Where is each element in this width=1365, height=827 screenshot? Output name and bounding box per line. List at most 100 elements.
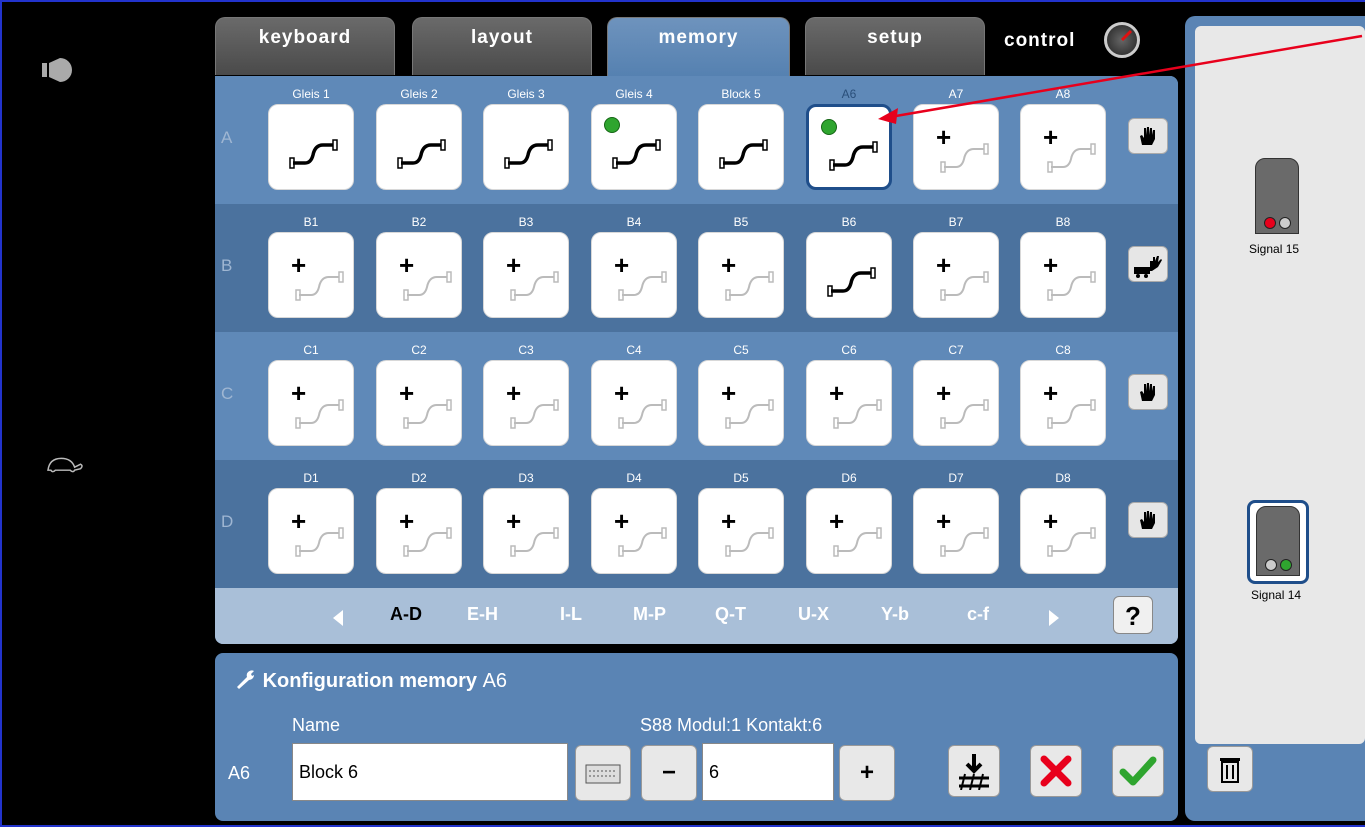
memory-cell-button[interactable] xyxy=(268,104,354,190)
memory-cell-button[interactable]: + xyxy=(698,488,784,574)
keyboard-button[interactable] xyxy=(575,745,631,801)
memory-cell-label: D8 xyxy=(1055,471,1071,485)
speaker-icon[interactable] xyxy=(40,55,80,85)
tab-layout[interactable]: layout xyxy=(412,17,592,75)
memory-cell-button[interactable] xyxy=(483,104,569,190)
memory-cell-label: C3 xyxy=(518,343,534,357)
memory-cell-button[interactable]: + xyxy=(483,488,569,574)
track-icon xyxy=(940,527,989,557)
keyboard-icon xyxy=(585,764,621,784)
turtle-icon[interactable] xyxy=(45,450,85,480)
cancel-button[interactable] xyxy=(1030,745,1082,797)
memory-cell-button[interactable]: + xyxy=(591,360,677,446)
tab-keyboard[interactable]: keyboard xyxy=(215,17,395,75)
memory-cell: Gleis 2 xyxy=(375,86,463,190)
memory-cell-button[interactable]: + xyxy=(268,232,354,318)
memory-cell: D4 + xyxy=(590,470,678,574)
memory-cell-button[interactable]: + xyxy=(1020,360,1106,446)
row-hand-button[interactable] xyxy=(1128,502,1168,538)
memory-row-a: A Gleis 1 Gleis 2 Gleis 3 Gleis 4 Block 5… xyxy=(215,76,1178,204)
control-dial-icon[interactable] xyxy=(1104,22,1140,58)
memory-cell-button[interactable]: + xyxy=(913,488,999,574)
memory-cell-button[interactable]: + xyxy=(698,360,784,446)
memory-cell-button[interactable]: + xyxy=(591,232,677,318)
page-u-x[interactable]: U-X xyxy=(798,604,829,625)
track-icon xyxy=(504,139,553,169)
memory-cell: B6 xyxy=(805,214,893,318)
memory-cell-button[interactable]: + xyxy=(376,232,462,318)
memory-cell-button[interactable]: + xyxy=(806,360,892,446)
control-label[interactable]: control xyxy=(1004,30,1075,52)
track-icon xyxy=(510,399,559,429)
memory-cell-button[interactable]: + xyxy=(268,360,354,446)
memory-cell-button[interactable]: + xyxy=(1020,488,1106,574)
memory-cell-button[interactable]: + xyxy=(1020,104,1106,190)
row-letter: B xyxy=(221,256,233,275)
memory-cell: Gleis 3 xyxy=(482,86,570,190)
prev-page-icon[interactable] xyxy=(331,610,345,626)
page-y-b[interactable]: Y-b xyxy=(881,604,909,625)
page-a-d[interactable]: A-D xyxy=(390,604,422,625)
confirm-button[interactable] xyxy=(1112,745,1164,797)
row-hand-button[interactable] xyxy=(1128,118,1168,154)
signal-14-label: Signal 14 xyxy=(1251,588,1302,602)
config-title-id: A6 xyxy=(482,670,508,692)
memory-cell-label: C8 xyxy=(1055,343,1071,357)
memory-cell-button[interactable] xyxy=(376,104,462,190)
row-hand-button[interactable] xyxy=(1128,374,1168,410)
next-page-icon[interactable] xyxy=(1047,610,1061,626)
track-icon xyxy=(1047,527,1096,557)
memory-cell-button[interactable]: + xyxy=(376,360,462,446)
memory-cell-label: D3 xyxy=(518,471,534,485)
page-c-f[interactable]: c-f xyxy=(967,604,989,625)
green-dot-icon xyxy=(604,117,620,133)
signal-14[interactable]: Signal 14 xyxy=(1247,500,1317,610)
memory-cell: B7 + xyxy=(912,214,1000,318)
track-icon xyxy=(940,271,989,301)
tab-memory[interactable]: memory xyxy=(607,17,790,79)
contact-field[interactable]: 6 xyxy=(702,743,834,801)
signal-list: Signal 15 Signal 14 xyxy=(1195,26,1365,744)
memory-cell-button[interactable]: + xyxy=(913,360,999,446)
memory-cell-label: B5 xyxy=(733,215,749,229)
memory-cell-label: D6 xyxy=(841,471,857,485)
memory-cell-button[interactable] xyxy=(806,104,892,190)
memory-cell-button[interactable]: + xyxy=(376,488,462,574)
name-field[interactable]: Block 6 xyxy=(292,743,568,801)
memory-cell-button[interactable]: + xyxy=(483,360,569,446)
memory-cell-button[interactable] xyxy=(806,232,892,318)
track-assign-button[interactable] xyxy=(948,745,1000,797)
delete-button[interactable] xyxy=(1207,746,1253,792)
memory-cell-button[interactable]: + xyxy=(698,232,784,318)
page-q-t[interactable]: Q-T xyxy=(715,604,746,625)
memory-cell-label: B3 xyxy=(518,215,534,229)
green-dot-icon xyxy=(821,119,837,135)
tab-setup[interactable]: setup xyxy=(805,17,985,75)
memory-cell-button[interactable]: + xyxy=(268,488,354,574)
memory-cell: Gleis 1 xyxy=(267,86,355,190)
memory-cell-button[interactable]: + xyxy=(483,232,569,318)
page-m-p[interactable]: M-P xyxy=(633,604,666,625)
memory-cell-label: C6 xyxy=(841,343,857,357)
track-icon xyxy=(618,527,667,557)
memory-cell-label: A6 xyxy=(841,87,857,101)
memory-cell-button[interactable]: + xyxy=(806,488,892,574)
signal-icon xyxy=(1256,506,1300,576)
increment-button[interactable]: + xyxy=(839,745,895,801)
signal-panel: Signal 15 Signal 14 xyxy=(1185,16,1365,821)
signal-15[interactable]: Signal 15 xyxy=(1249,158,1315,258)
memory-cell: D7 + xyxy=(912,470,1000,574)
memory-cell-button[interactable]: + xyxy=(913,104,999,190)
memory-cell-button[interactable] xyxy=(591,104,677,190)
row-train-hand-button[interactable] xyxy=(1128,246,1168,282)
memory-cell-button[interactable]: + xyxy=(913,232,999,318)
page-i-l[interactable]: I-L xyxy=(560,604,582,625)
decrement-button[interactable]: − xyxy=(641,745,697,801)
memory-cell-button[interactable] xyxy=(698,104,784,190)
track-icon xyxy=(827,267,876,297)
hand-icon xyxy=(1140,383,1155,401)
memory-cell-button[interactable]: + xyxy=(1020,232,1106,318)
memory-cell-button[interactable]: + xyxy=(591,488,677,574)
page-e-h[interactable]: E-H xyxy=(467,604,498,625)
help-button[interactable]: ? xyxy=(1113,596,1153,634)
